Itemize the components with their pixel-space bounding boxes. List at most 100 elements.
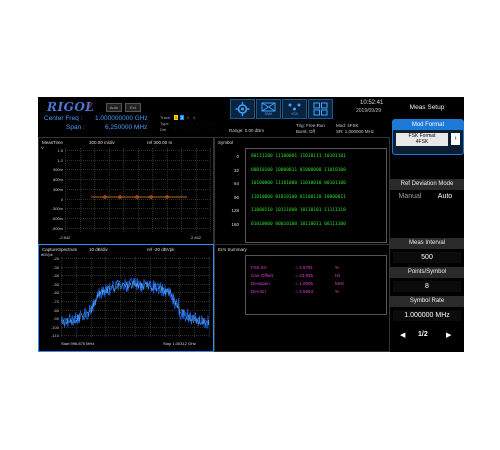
errs-row-unit: MHz: [335, 281, 345, 286]
meas-interval-value[interactable]: 500: [393, 252, 461, 263]
meas-time-grid-line: [210, 148, 211, 232]
page-indicator: 1/2: [418, 331, 428, 338]
points-per-symbol-value[interactable]: 8: [393, 281, 461, 292]
mod-format-value-line2: 4FSK: [415, 139, 429, 145]
capture-y-tick: -110: [51, 333, 59, 339]
symbol-row-bits: 00010100 10000011 01000000 11010100: [251, 167, 346, 173]
layout-grid-icon[interactable]: [308, 99, 333, 119]
meas-time-y-tick: 0: [60, 196, 63, 202]
errs-row-value: = 2.5781: [295, 265, 313, 270]
chevron-right-icon[interactable]: ›: [451, 133, 460, 145]
trace-4[interactable]: 4: [192, 115, 196, 120]
ref-dev-label: Ref Deviation Mode: [390, 179, 464, 190]
errs-title: Errs Summary: [218, 247, 247, 252]
meas-interval-label: Meas Interval: [390, 238, 464, 249]
dma-mode-icon[interactable]: DMA: [256, 99, 281, 119]
mod-format-softkey[interactable]: Mod Format FSK Format 4FSK ›: [392, 119, 464, 155]
capture-y-tick: -100: [50, 324, 59, 330]
trace-det-row: · · · · · · · ·: [175, 127, 216, 132]
ref-dev-auto-option[interactable]: Auto: [428, 193, 462, 200]
capture-y-tick: -80: [53, 307, 59, 313]
trace-1[interactable]: 1: [174, 115, 178, 120]
symbol-panel[interactable]: Symbol 0 00111100 11100001 11010111 10101…: [214, 137, 390, 245]
capture-spectrum-panel[interactable]: CaptureSpectrum 10 dB/div ref -20 dBVpk …: [38, 244, 214, 352]
menu-title: Meas Setup: [390, 102, 464, 114]
page-next-icon[interactable]: ▶: [446, 331, 451, 339]
symbol-row-index: 128: [231, 208, 239, 213]
page-prev-icon[interactable]: ◀: [400, 331, 405, 339]
clock-date: 2019/09/29: [356, 108, 382, 114]
symbol-row-bits: 01010000 00010100 10110011 00111100: [251, 221, 346, 227]
mod-status: Mod: 4FSK: [336, 123, 359, 128]
errs-summary-panel[interactable]: Errs Summary FSK Err = 2.5781% Carr Offset…: [214, 244, 390, 352]
sr-status: SR: 1.000000 MHz: [336, 129, 375, 134]
auto-button[interactable]: Auto: [106, 103, 122, 112]
meas-time-y-tick: 1.2: [57, 157, 63, 163]
capture-y-tick: -40: [53, 273, 59, 279]
symbol-row-bits: 10100000 11101000 11010010 00101100: [251, 181, 346, 186]
meas-time-panel[interactable]: MeasTime 300.00 m/div ref 300.00 m V 1.5…: [38, 137, 214, 245]
meas-time-title: MeasTime: [42, 140, 63, 145]
meas-time-y-tick: -900m: [51, 225, 63, 231]
meas-time-scale: 300.00 m/div: [89, 140, 115, 145]
analyzer-screen: RIGOL ⁄⁄ Auto Ext Center Freq : 1.000000…: [38, 97, 464, 352]
meas-time-y-tick: 1.5: [57, 148, 63, 153]
meas-time-trace: [91, 195, 187, 199]
symbol-row-bits: 11000110 10111000 10110101 11111110: [251, 208, 346, 213]
mod-format-label: Mod Format: [393, 120, 463, 130]
trace-type-row: · · · · · · · ·: [175, 121, 216, 126]
symbol-row-bits: 11010000 01010100 01100110 10000011: [251, 194, 346, 200]
trig-status: Trig: Free Run: [296, 123, 325, 128]
capture-spectrum-trace: [61, 277, 209, 330]
dma-label: DMA: [264, 112, 273, 116]
ref-dev-manual-option[interactable]: Manual: [393, 193, 427, 200]
symbol-row-index: 64: [233, 181, 239, 186]
errs-row-value: = 1.0005: [295, 281, 313, 286]
clock-time: 10:52:41: [360, 100, 384, 106]
errs-row-value: = 23.935: [295, 273, 313, 278]
ext-button[interactable]: Ext: [125, 103, 141, 112]
center-freq-value[interactable]: 1.000000000 GHz: [95, 115, 148, 122]
errs-row-unit: %: [335, 289, 340, 294]
trace-2[interactable]: 2: [180, 115, 184, 120]
symbol-rate-label: Symbol Rate: [390, 296, 464, 307]
capture-y-tick: -90: [53, 316, 59, 322]
symbol-title: Symbol: [218, 140, 234, 145]
errs-row-unit: Hz: [335, 273, 341, 278]
capture-scale: 10 dB/div: [89, 247, 108, 252]
symbol-row-index: 32: [233, 167, 239, 173]
vsa-mode-icon[interactable]: VSA: [282, 99, 307, 119]
span-label: Span :: [66, 124, 85, 131]
vsa-label: VSA: [290, 112, 298, 116]
meas-time-y-tick: 300m: [52, 186, 63, 192]
range-status: Range: 0.00 dBm: [229, 128, 265, 133]
capture-start: Start 996.875 MHz: [61, 341, 95, 346]
points-per-symbol-label: Points/Symbol: [390, 267, 464, 278]
rigol-logo: RIGOL: [47, 100, 95, 114]
capture-grid-line: [209, 257, 210, 337]
type-label: Type: [160, 121, 169, 126]
capture-y-tick: -20: [53, 256, 59, 261]
symbol-row-bits: 00111100 11100001 11010111 10101101: [251, 154, 346, 159]
meas-time-x-start: -2.842: [59, 235, 71, 240]
capture-y-tick: -60: [53, 290, 59, 296]
span-value[interactable]: 6.250000 MHz: [105, 124, 147, 131]
errs-row-label: Dev Err: [251, 289, 267, 294]
meas-time-y-tick: -300m: [51, 206, 63, 212]
errs-row-label: Carr Offset: [251, 273, 273, 278]
logo-mark-icon: ⁄⁄: [90, 103, 93, 110]
capture-y-tick: -50: [53, 281, 59, 287]
errs-row-value: = 2.5653: [295, 289, 313, 294]
det-label: Det: [160, 127, 167, 132]
mod-format-value[interactable]: FSK Format 4FSK: [396, 133, 448, 146]
symbol-row-index: 160: [231, 221, 239, 227]
capture-ref: ref -20 dBVpk: [147, 247, 175, 252]
trace-3[interactable]: 3: [186, 115, 190, 120]
settings-gear-icon[interactable]: [230, 99, 255, 119]
right-softkey-menu: Meas Setup Mod Format FSK Format 4FSK › …: [390, 97, 464, 352]
symbol-rate-value[interactable]: 1.000000 MHz: [393, 310, 461, 321]
errs-row-label: Deviation: [251, 281, 270, 286]
trace-label: Trace: [160, 115, 171, 120]
meas-time-x-end: 2.842: [191, 235, 202, 240]
errs-row-label: FSK Err: [251, 265, 268, 270]
